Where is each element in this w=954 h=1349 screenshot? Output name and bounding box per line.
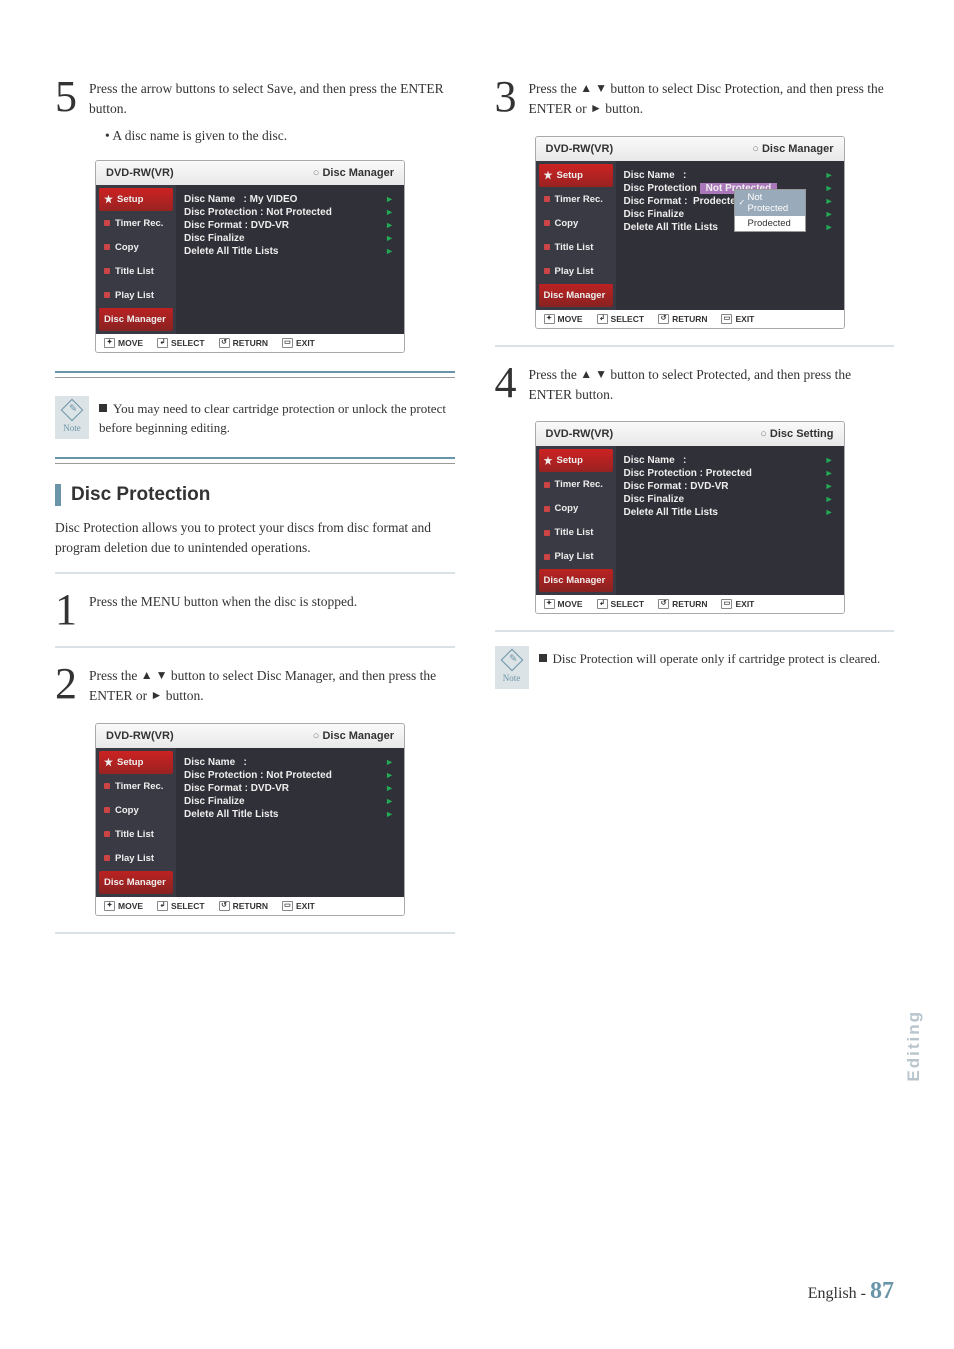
step-4: 4 Press the ▲ ▼ button to select Protect…	[495, 361, 895, 406]
footer-lang: English -	[808, 1285, 866, 1302]
updown-icon: ▲ ▼	[141, 668, 168, 682]
step-num-5: 5	[55, 75, 77, 119]
note-cartridge-right: Note Disc Protection will operate only i…	[495, 646, 895, 689]
popup-item-notprotected: Not Protected	[735, 190, 805, 216]
note-cartridge: Note You may need to clear cartridge pro…	[55, 396, 455, 439]
note-icon: Note	[55, 396, 89, 439]
step-num-2: 2	[55, 662, 77, 706]
step-4-text: Press the ▲ ▼ button to select Protected…	[529, 361, 895, 406]
side-play-list: Play List	[99, 284, 173, 307]
step-5: 5 Press the arrow buttons to select Save…	[55, 75, 455, 120]
side-timer: Timer Rec.	[99, 212, 173, 235]
updown-icon: ▲ ▼	[580, 367, 607, 381]
osd-sidebar: Setup Timer Rec. Copy Title List Play Li…	[96, 185, 176, 334]
note-text: You may need to clear cartridge protecti…	[99, 401, 446, 436]
osd-footer: ✦MOVE ↲SELECT ↺RETURN ▭EXIT	[96, 334, 404, 352]
note-icon: Note	[495, 646, 529, 689]
footer-page: 87	[870, 1278, 894, 1304]
osd-step-5: DVD-RW(VR) Disc Manager Setup Timer Rec.…	[95, 160, 405, 353]
step-3-text: Press the ▲ ▼ button to select Disc Prot…	[529, 75, 895, 120]
osd-model: DVD-RW(VR)	[106, 167, 174, 179]
step-1: 1 Press the MENU button when the disc is…	[55, 588, 455, 632]
section-title: Disc Protection	[71, 484, 210, 506]
step-1-text: Press the MENU button when the disc is s…	[89, 588, 357, 612]
step-num-1: 1	[55, 588, 77, 632]
popup-protection: Not Protected Prodected	[734, 189, 806, 232]
updown-icon: ▲ ▼	[580, 81, 607, 95]
bullet-square	[99, 404, 107, 412]
osd-title: Disc Manager	[313, 167, 394, 179]
section-bar	[55, 484, 61, 506]
osd-step-2: DVD-RW(VR) Disc Manager Setup Timer Rec.…	[95, 723, 405, 916]
side-setup: Setup	[99, 188, 173, 211]
osd-step-3: DVD-RW(VR) Disc Manager Setup Timer Rec.…	[535, 136, 845, 329]
step-3: 3 Press the ▲ ▼ button to select Disc Pr…	[495, 75, 895, 120]
step-5-text: Press the arrow buttons to select Save, …	[89, 75, 455, 120]
side-copy: Copy	[99, 236, 173, 259]
step-num-4: 4	[495, 361, 517, 405]
bullet-square	[539, 654, 547, 662]
step-2: 2 Press the ▲ ▼ button to select Disc Ma…	[55, 662, 455, 707]
popup-item-prodected: Prodected	[735, 216, 805, 231]
section-heading: Disc Protection	[55, 484, 455, 506]
section-desc: Disc Protection allows you to protect yo…	[55, 518, 455, 559]
note-text: Disc Protection will operate only if car…	[553, 651, 881, 666]
side-title-list: Title List	[99, 260, 173, 283]
osd-main: Disc Name : My VIDEO► Disc Protection : …	[176, 185, 404, 334]
step-5-bullet: • A disc name is given to the disc.	[105, 128, 455, 144]
side-disc-mgr: Disc Manager	[99, 308, 173, 331]
right-icon: ►	[151, 688, 163, 702]
step-2-text: Press the ▲ ▼ button to select Disc Mana…	[89, 662, 455, 707]
osd-step-4: DVD-RW(VR) Disc Setting Setup Timer Rec.…	[535, 421, 845, 614]
right-icon: ►	[590, 101, 602, 115]
page-footer: English - 87	[808, 1278, 894, 1305]
step-num-3: 3	[495, 75, 517, 119]
side-tab-editing: Editing	[904, 1010, 924, 1082]
